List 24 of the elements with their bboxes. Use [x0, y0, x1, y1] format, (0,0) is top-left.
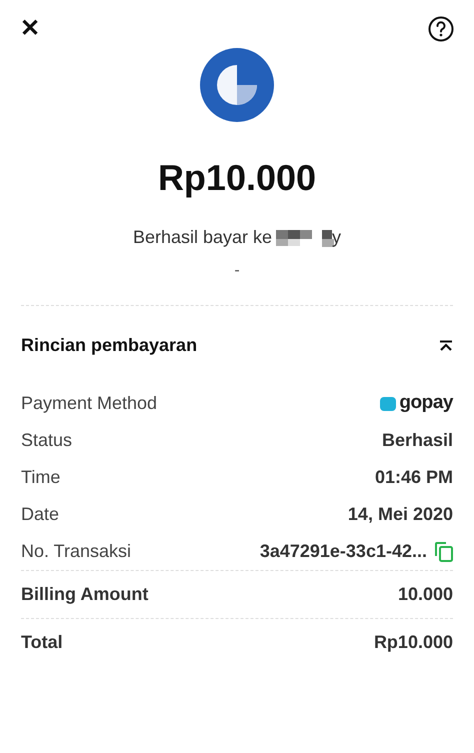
detail-label: Status: [21, 429, 72, 452]
summary-label: Billing Amount: [21, 583, 148, 606]
payment-method-logo-text: gopay: [399, 391, 453, 416]
help-icon[interactable]: [428, 16, 454, 42]
pie-chart-logo-icon: [200, 48, 274, 122]
detail-label: Payment Method: [21, 392, 158, 415]
payment-amount: Rp10.000: [158, 160, 316, 196]
detail-label: Time: [21, 466, 60, 489]
copy-icon[interactable]: [435, 542, 453, 562]
summary-value: 10.000: [398, 583, 453, 606]
detail-value: Berhasil: [382, 429, 453, 452]
detail-value: 14, Mei 2020: [348, 503, 453, 526]
detail-value: 3a47291e-33c1-42...: [260, 540, 427, 563]
payment-note: -: [234, 261, 240, 281]
summary-value: Rp10.000: [374, 631, 453, 654]
collapse-icon[interactable]: [439, 340, 453, 352]
detail-label: Date: [21, 503, 60, 526]
summary-label: Total: [21, 631, 63, 654]
merchant-name-text: y: [332, 226, 342, 249]
detail-value: 01:46 PM: [374, 466, 453, 489]
section-title: Rincian pembayaran: [21, 334, 198, 357]
payment-result-text: Berhasil bayar ke: [132, 226, 272, 249]
close-button[interactable]: ✕: [20, 17, 40, 41]
detail-label: No. Transaksi: [21, 540, 132, 563]
